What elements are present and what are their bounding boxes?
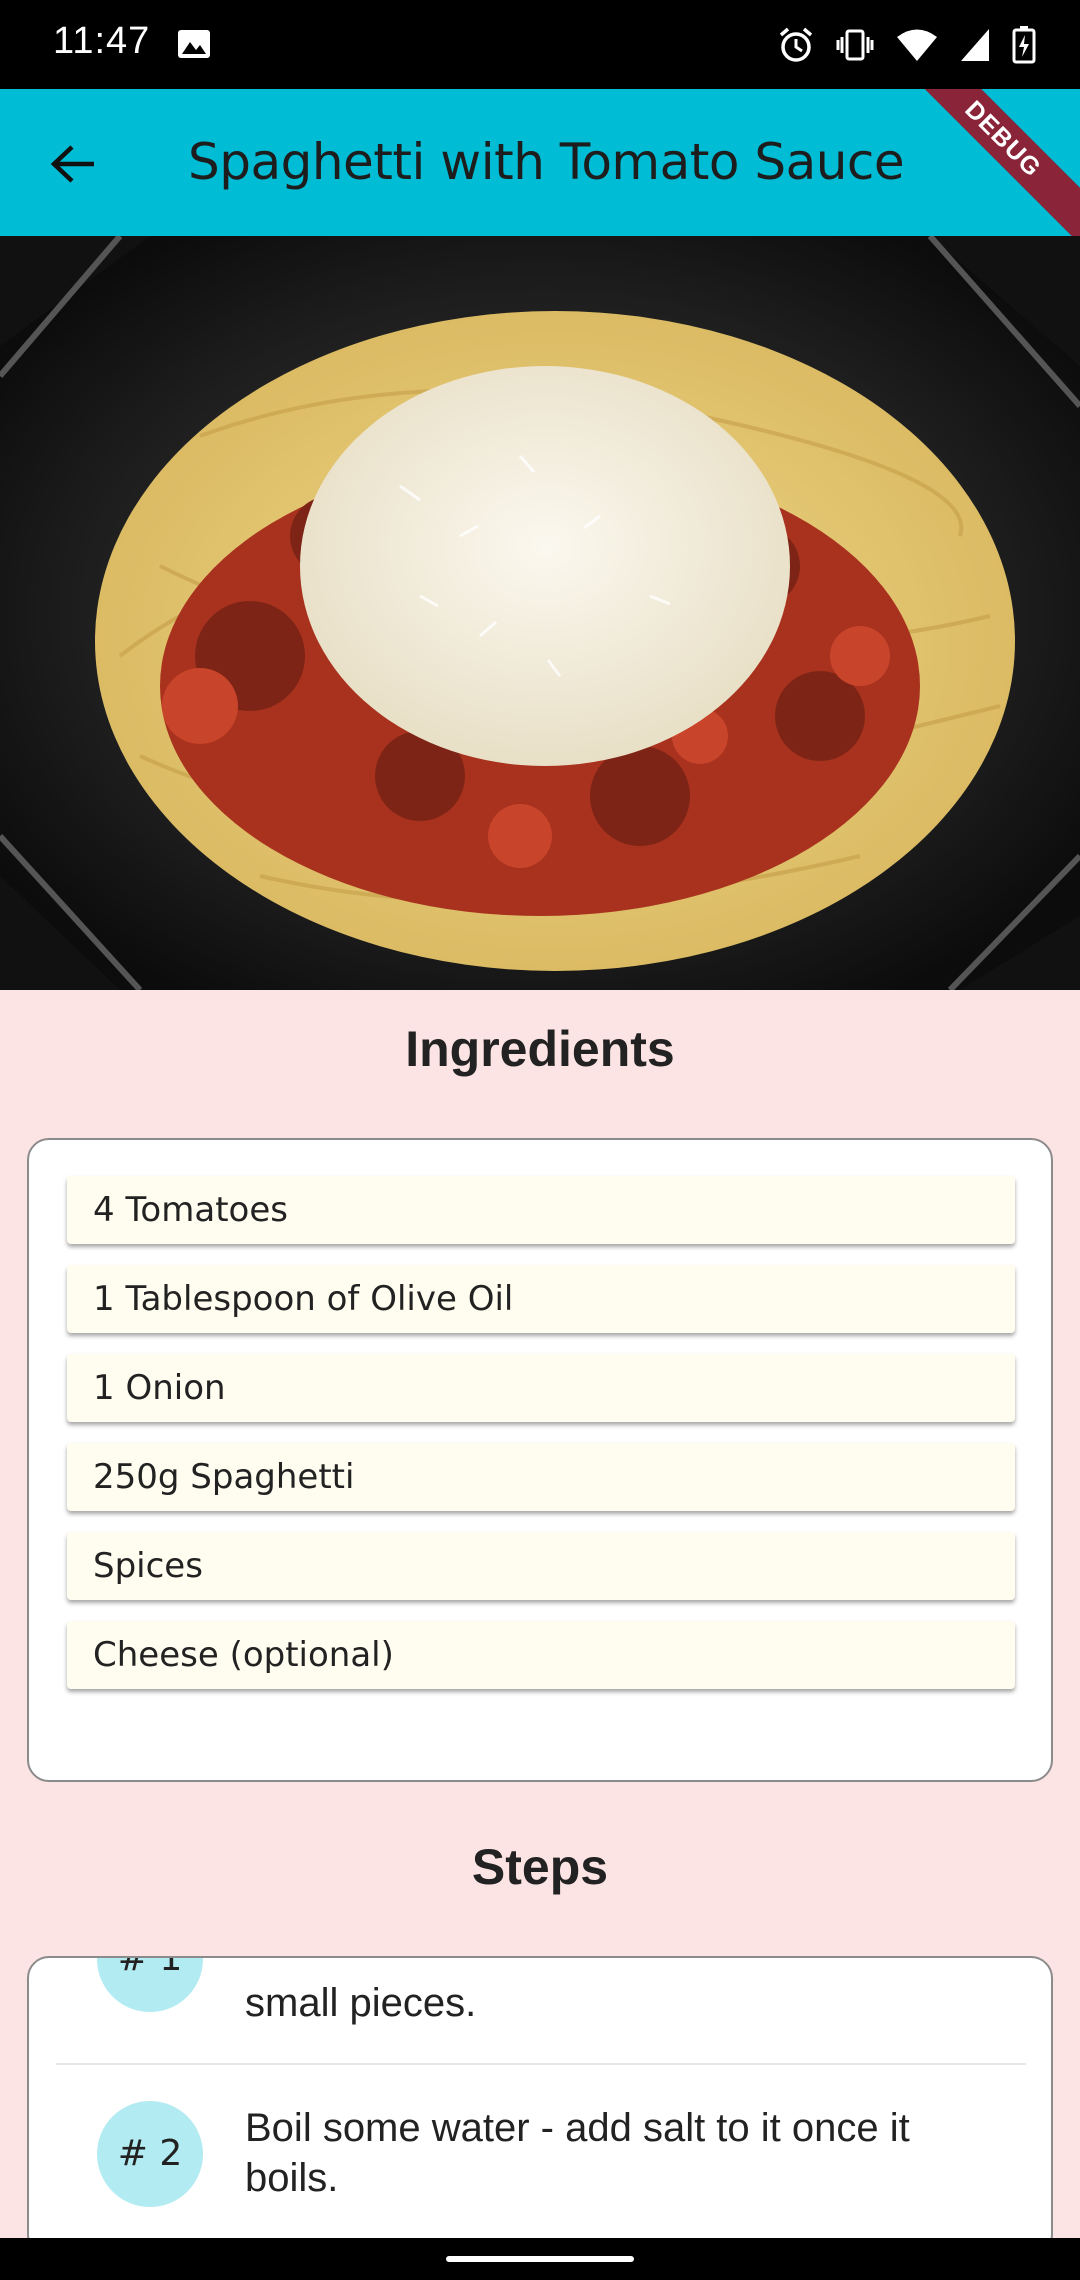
signal-icon — [961, 29, 989, 61]
back-button[interactable] — [36, 127, 110, 201]
spaghetti-photo — [0, 236, 1080, 990]
recipe-content[interactable]: Ingredients 4 Tomatoes 1 Tablespoon of O… — [0, 990, 1080, 2238]
ingredients-card: 4 Tomatoes 1 Tablespoon of Olive Oil 1 O… — [27, 1138, 1053, 1782]
steps-card[interactable]: # 1 small pieces. # 2 Boil some water - … — [27, 1956, 1053, 2238]
ingredient-item: 1 Onion — [67, 1354, 1015, 1422]
step-text: small pieces. — [245, 1981, 477, 2025]
status-time: 11:47 — [53, 20, 151, 62]
step-number-badge: # 2 — [97, 2101, 203, 2207]
battery-charging-icon — [1012, 26, 1036, 64]
step-divider — [56, 2063, 1026, 2065]
recipe-image — [0, 236, 1080, 990]
ingredient-item: Spices — [67, 1532, 1015, 1600]
alarm-icon — [779, 27, 813, 62]
ingredient-item: Cheese (optional) — [67, 1621, 1015, 1689]
step-text: Boil some water - add salt to it once it… — [245, 2106, 910, 2200]
app-bar: Spaghetti with Tomato Sauce DEBUG — [0, 89, 1080, 236]
ingredients-heading: Ingredients — [405, 1021, 675, 1077]
vibrate-icon — [836, 29, 874, 61]
ingredient-item: 250g Spaghetti — [67, 1443, 1015, 1511]
home-gesture-handle[interactable] — [446, 2256, 634, 2262]
steps-heading: Steps — [471, 1839, 609, 1895]
status-icons — [778, 24, 1036, 66]
image-icon — [178, 30, 210, 58]
ingredient-item: 1 Tablespoon of Olive Oil — [67, 1265, 1015, 1333]
arrow-back-icon — [50, 145, 94, 183]
navigation-bar — [0, 2238, 1080, 2280]
page-title: Spaghetti with Tomato Sauce — [188, 133, 905, 191]
status-bar: 11:47 — [0, 0, 1080, 89]
step-number-badge: # 1 — [97, 1958, 203, 2012]
ingredient-item: 4 Tomatoes — [67, 1176, 1015, 1244]
debug-banner: DEBUG — [893, 89, 1080, 236]
wifi-icon — [897, 29, 937, 61]
